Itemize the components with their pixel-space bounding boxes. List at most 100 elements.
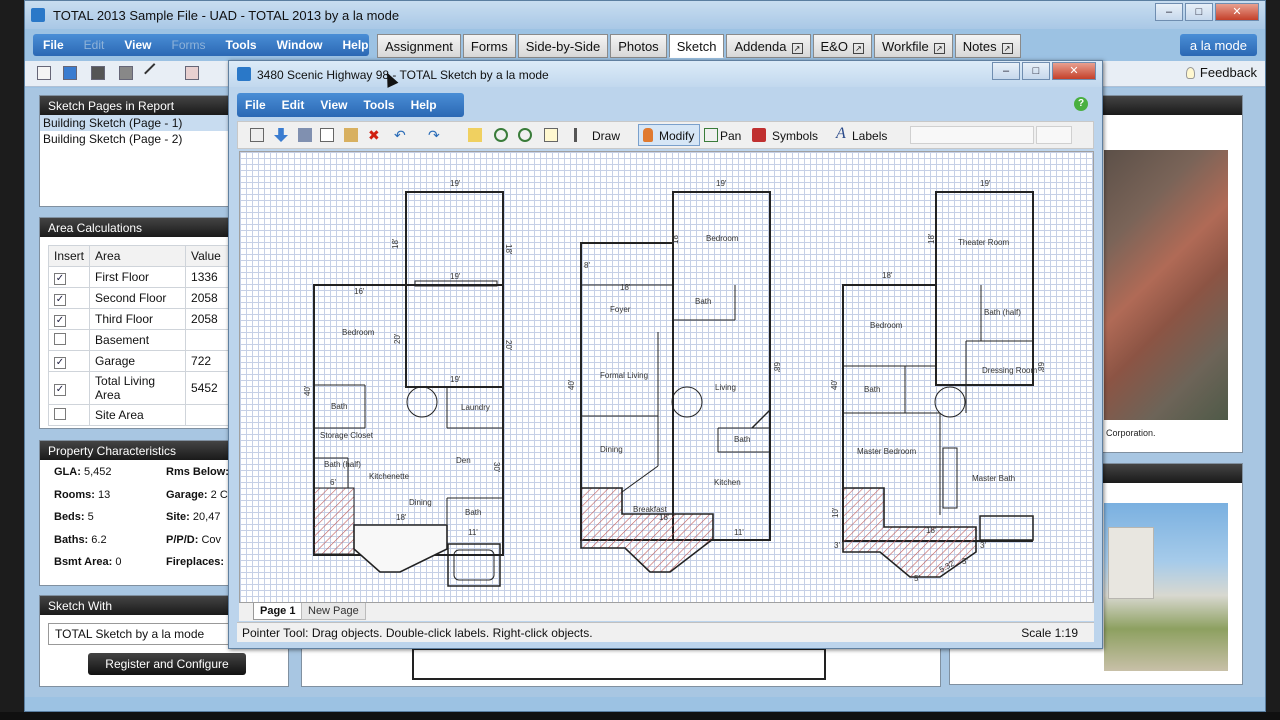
menu-help[interactable]: Help (333, 34, 379, 56)
menu-edit[interactable]: Edit (74, 34, 115, 56)
labels-button[interactable]: Labels (852, 129, 887, 143)
sketch-maximize-button[interactable]: □ (1022, 62, 1050, 80)
dim-label: 6' (330, 478, 336, 487)
menu-window[interactable]: Window (267, 34, 333, 56)
page-setup-icon[interactable] (250, 128, 264, 142)
copy-icon[interactable] (320, 128, 334, 142)
dim-label: 20' (393, 333, 402, 344)
tab-eo[interactable]: E&O ↗ (812, 34, 872, 58)
menu-tools[interactable]: Tools (216, 34, 267, 56)
sketch-menubar: File Edit View Tools Help (237, 93, 464, 117)
dim-label: 18' (504, 244, 513, 255)
plan-1[interactable] (313, 191, 504, 587)
tab-new-page[interactable]: New Page (301, 603, 366, 620)
area-cell: Third Floor (89, 308, 187, 330)
insert-checkbox[interactable]: ✓ (54, 293, 66, 306)
tab-assignment[interactable]: Assignment (377, 34, 461, 58)
labels-icon: A (836, 125, 846, 142)
sketch-canvas[interactable]: 19' 18' 18' 19' 16' 20' 20' 19' 40' 30' … (239, 151, 1094, 603)
undo-icon[interactable]: ↶ (394, 128, 408, 142)
delete-icon[interactable]: ✖ (368, 128, 382, 142)
room-label: Bath (465, 508, 481, 517)
room-label: Dining (409, 498, 432, 507)
room-label: Bedroom (870, 321, 903, 330)
preview-frame (412, 648, 826, 680)
print-icon[interactable] (119, 66, 133, 80)
scale-readout: Scale 1:19 (1021, 626, 1078, 640)
pen-icon[interactable] (144, 63, 164, 83)
tab-page-1[interactable]: Page 1 (253, 603, 303, 620)
room-label: Foyer (610, 305, 631, 314)
symbols-icon (752, 128, 766, 142)
table-row: ✓ Third Floor 2058 (47, 308, 247, 330)
modify-button[interactable]: Modify (638, 124, 700, 146)
zoom-in-icon[interactable] (494, 128, 508, 142)
insert-checkbox[interactable] (54, 332, 66, 345)
note-icon[interactable] (468, 128, 482, 142)
draw-icon[interactable] (574, 128, 588, 142)
room-label: Bath (half) (984, 308, 1021, 317)
sketch-window-title: 3480 Scenic Highway 98 - TOTAL Sketch by… (257, 68, 549, 82)
sketch-close-button[interactable]: ✕ (1052, 62, 1096, 80)
alamode-button[interactable]: a la mode (1179, 34, 1257, 56)
dim-label: 3' (834, 541, 840, 550)
draw-button[interactable]: Draw (592, 129, 620, 143)
download-icon[interactable] (274, 128, 288, 142)
sketch-titlebar[interactable]: 3480 Scenic Highway 98 - TOTAL Sketch by… (229, 61, 1102, 87)
prop-label: Site: (166, 511, 190, 523)
pan-icon (704, 128, 718, 142)
paste-icon[interactable] (344, 128, 358, 142)
sketch-menu-file[interactable]: File (237, 93, 274, 117)
window-icon[interactable] (63, 66, 77, 80)
minimize-button[interactable]: – (1155, 3, 1183, 21)
menu-view[interactable]: View (114, 34, 161, 56)
sketch-menu-help[interactable]: Help (403, 93, 445, 117)
tab-side-by-side[interactable]: Side-by-Side (517, 34, 609, 58)
help-icon[interactable]: ? (1074, 97, 1088, 111)
dim-label: 11' (468, 528, 478, 537)
tab-sketch[interactable]: Sketch (668, 34, 725, 58)
insert-checkbox[interactable] (54, 407, 66, 420)
menu-file[interactable]: File (33, 34, 74, 56)
sign-icon[interactable] (185, 66, 199, 80)
insert-checkbox[interactable]: ✓ (54, 383, 66, 396)
maximize-button[interactable]: □ (1185, 3, 1213, 21)
save-icon[interactable] (91, 66, 105, 80)
tab-photos[interactable]: Photos (610, 34, 667, 58)
pan-button[interactable]: Pan (720, 129, 741, 143)
insert-checkbox[interactable]: ✓ (54, 356, 66, 369)
register-configure-button[interactable]: Register and Configure (88, 653, 246, 675)
dim-label: 19' (450, 179, 461, 188)
size-combo[interactable] (1036, 126, 1072, 144)
sketch-menu-view[interactable]: View (312, 93, 355, 117)
room-label: Formal Living (600, 371, 648, 380)
tab-workfile[interactable]: Workfile ↗ (873, 34, 953, 58)
main-titlebar[interactable]: TOTAL 2013 Sample File - UAD - TOTAL 201… (25, 1, 1265, 29)
symbols-button[interactable]: Symbols (772, 129, 818, 143)
area-cell: Second Floor (89, 287, 187, 309)
area-cell: Garage (89, 350, 187, 372)
sketch-minimize-button[interactable]: – (992, 62, 1020, 80)
zoom-out-icon[interactable] (518, 128, 532, 142)
room-label: Bedroom (706, 234, 739, 243)
feedback-link[interactable]: Feedback (1185, 65, 1257, 80)
prop-label: GLA: (54, 466, 81, 478)
cut-icon[interactable] (298, 128, 312, 142)
fit-page-icon[interactable] (544, 128, 558, 142)
tab-notes[interactable]: Notes ↗ (954, 34, 1021, 58)
sketch-menu-tools[interactable]: Tools (355, 93, 402, 117)
redo-icon[interactable]: ↷ (428, 128, 442, 142)
window-title: TOTAL 2013 Sample File - UAD - TOTAL 201… (53, 8, 400, 23)
insert-checkbox[interactable]: ✓ (54, 272, 66, 285)
menu-forms[interactable]: Forms (162, 34, 216, 56)
insert-checkbox[interactable]: ✓ (54, 314, 66, 327)
dim-label: 30' (492, 462, 501, 473)
tab-addenda[interactable]: Addenda ↗ (726, 34, 811, 58)
close-button[interactable]: ✕ (1215, 3, 1259, 21)
sketch-menu-edit[interactable]: Edit (274, 93, 313, 117)
font-combo[interactable] (910, 126, 1034, 144)
plan-2[interactable] (580, 191, 771, 573)
tab-forms[interactable]: Forms (462, 34, 516, 58)
new-icon[interactable] (37, 66, 51, 80)
prop-value: 20,47 (192, 511, 221, 523)
